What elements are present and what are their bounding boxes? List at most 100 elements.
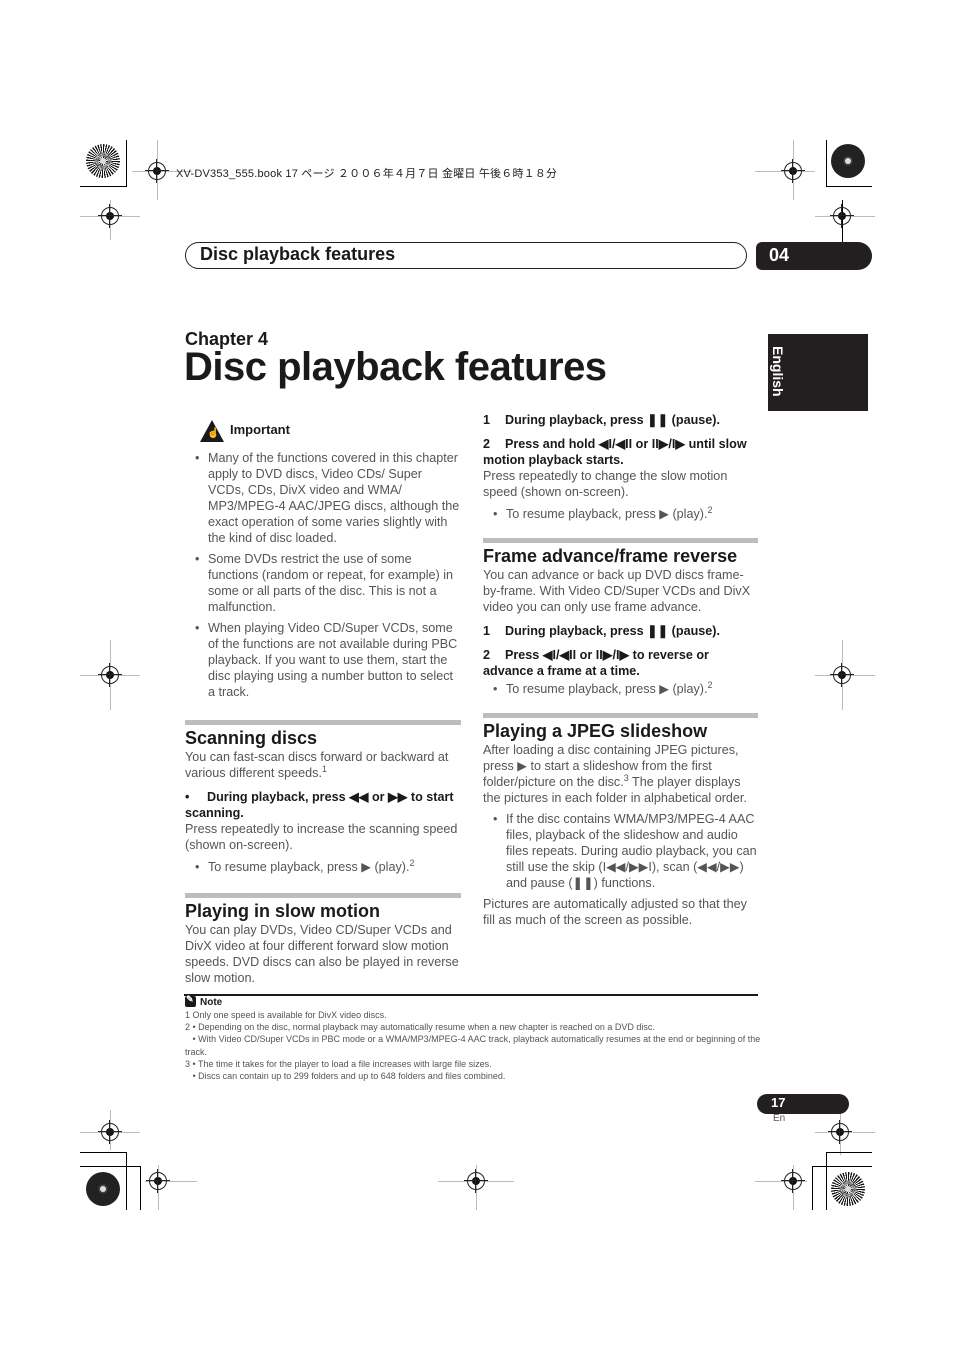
important-item: Some DVDs restrict the use of some funct… — [185, 551, 461, 615]
intro-text: You can fast-scan discs forward or backw… — [185, 750, 449, 780]
note-divider — [184, 994, 758, 996]
registration-mark-icon — [146, 1169, 170, 1193]
section-intro: You can fast-scan discs forward or backw… — [185, 749, 461, 781]
footnote: • With Video CD/Super VCDs in PBC mode o… — [185, 1034, 763, 1057]
registration-mark-icon — [98, 1120, 122, 1144]
step: • During playback, press ◀◀ or ▶▶ to star… — [185, 789, 461, 821]
page-number: 17 — [771, 1095, 786, 1110]
note-label: Note — [200, 997, 223, 1008]
important-callout: Important — [200, 420, 461, 442]
resume-text: To resume playback, press ▶ (play). — [506, 507, 708, 521]
resume-list: To resume playback, press ▶ (play).2 — [185, 858, 461, 875]
page-language: En — [773, 1113, 786, 1124]
step-bullet: • — [185, 790, 190, 804]
jpeg-list: If the disc contains WMA/MP3/MPEG-4 AAC … — [483, 811, 758, 891]
step-number: 1 — [483, 624, 491, 638]
footnote-ref[interactable]: 2 — [707, 505, 712, 515]
resume-text: To resume playback, press ▶ (play). — [506, 682, 708, 696]
step: 2 Press ◀I/◀II or II▶/I▶ to reverse or ad… — [483, 647, 758, 679]
language-tab: English — [768, 334, 868, 411]
note-pencil-icon — [185, 994, 196, 1007]
warning-hand-icon — [200, 420, 224, 442]
step-description: Press repeatedly to increase the scannin… — [185, 822, 458, 852]
section-frame-advance: Frame advance/frame reverse You can adva… — [483, 538, 758, 697]
jpeg-item: If the disc contains WMA/MP3/MPEG-4 AAC … — [483, 811, 758, 891]
section-title: Playing in slow motion — [185, 901, 381, 921]
registration-mark-icon — [464, 1169, 488, 1193]
note-heading: Note — [185, 994, 223, 1008]
section-intro: You can advance or back up DVD discs fra… — [483, 568, 751, 614]
registration-mark-icon — [98, 663, 122, 687]
page-title: Disc playback features — [184, 345, 607, 389]
step-text: Press and hold ◀I/◀II or II▶/I▶ until sl… — [483, 437, 747, 467]
right-column: 1 During playback, press ❚❚ (pause). 2 Pre… — [483, 404, 758, 928]
section-title: Frame advance/frame reverse — [483, 546, 738, 566]
section-outro: Pictures are automatically adjusted so t… — [483, 897, 747, 927]
resume-item: To resume playback, press ▶ (play).2 — [483, 680, 758, 697]
section-jpeg-slideshow: Playing a JPEG slideshow After loading a… — [483, 713, 758, 928]
crop-line — [826, 186, 872, 187]
step-text: During playback, press ❚❚ (pause). — [505, 624, 720, 638]
resume-list: To resume playback, press ▶ (play).2 — [483, 505, 758, 522]
crop-line — [140, 1166, 141, 1210]
registration-mark-icon — [830, 663, 854, 687]
step-text: During playback, press ◀◀ or ▶▶ to start… — [185, 790, 454, 820]
step: 2 Press and hold ◀I/◀II or II▶/I▶ until s… — [483, 436, 758, 468]
footnote-ref[interactable]: 2 — [707, 680, 712, 690]
important-item: Many of the functions covered in this ch… — [185, 450, 461, 546]
crop-line — [812, 1166, 813, 1210]
chapter-number-badge: 04 — [756, 242, 872, 270]
step-number: 1 — [483, 413, 491, 427]
step-text: During playback, press ❚❚ (pause). — [505, 413, 720, 427]
step-number: 2 — [483, 437, 491, 451]
step-text: Press ◀I/◀II or II▶/I▶ to reverse or adv… — [483, 648, 709, 678]
crop-line — [80, 1152, 126, 1153]
resume-list: To resume playback, press ▶ (play).2 — [483, 680, 758, 697]
crop-line — [826, 1152, 827, 1210]
color-wheel-icon — [86, 1172, 120, 1206]
slow-motion-steps: 1 During playback, press ❚❚ (pause). 2 Pre… — [483, 412, 758, 522]
crop-line — [80, 1166, 140, 1167]
chapter-number: 04 — [769, 245, 790, 265]
crop-line — [812, 1166, 872, 1167]
important-item: When playing Video CD/Super VCDs, some o… — [185, 620, 461, 700]
important-list: Many of the functions covered in this ch… — [185, 450, 461, 700]
registration-mark-icon — [828, 1120, 852, 1144]
registration-mark-icon — [830, 204, 854, 228]
resume-text: To resume playback, press ▶ (play). — [208, 860, 410, 874]
section-title: Scanning discs — [185, 728, 318, 748]
crop-line — [826, 140, 827, 186]
section-scanning: Scanning discs You can fast-scan discs f… — [185, 720, 461, 875]
crop-line — [126, 140, 127, 186]
registration-mark-icon — [781, 1169, 805, 1193]
important-label: Important — [230, 422, 290, 437]
running-header-title: Disc playback features — [200, 244, 396, 264]
left-column: Important Many of the functions covered … — [185, 420, 461, 986]
registration-mark-icon — [781, 159, 805, 183]
crop-line — [826, 1152, 872, 1153]
resume-item: To resume playback, press ▶ (play).2 — [483, 505, 758, 522]
footnote: 1 Only one speed is available for DivX v… — [185, 1010, 387, 1020]
step-description: Press repeatedly to change the slow moti… — [483, 469, 728, 499]
step: 1 During playback, press ❚❚ (pause). — [483, 623, 758, 639]
color-wheel-icon — [86, 144, 120, 178]
crop-line — [80, 186, 127, 187]
print-slug: XV-DV353_555.book 17 ページ ２００６年４月７日 金曜日 午… — [176, 168, 558, 180]
crop-line — [126, 1152, 127, 1210]
resume-item: To resume playback, press ▶ (play).2 — [185, 858, 461, 875]
footnotes: 1 Only one speed is available for DivX v… — [185, 1009, 765, 1082]
footnote: 2 • Depending on the disc, normal playba… — [185, 1022, 655, 1033]
color-wheel-icon — [831, 1172, 865, 1206]
registration-mark-icon — [145, 159, 169, 183]
color-wheel-icon — [831, 144, 865, 178]
registration-mark-icon — [98, 204, 122, 228]
step: 1 During playback, press ❚❚ (pause). — [483, 412, 758, 428]
section-title: Playing a JPEG slideshow — [483, 721, 708, 741]
page-number-badge: 17 — [757, 1094, 849, 1114]
footnote-ref[interactable]: 1 — [322, 764, 327, 774]
footnote-ref[interactable]: 2 — [409, 858, 414, 868]
footnote: 3 • The time it takes for the player to … — [185, 1058, 492, 1069]
step-number: 2 — [483, 648, 491, 662]
section-intro: You can play DVDs, Video CD/Super VCDs a… — [185, 923, 459, 985]
language-tab-label: English — [770, 346, 786, 397]
